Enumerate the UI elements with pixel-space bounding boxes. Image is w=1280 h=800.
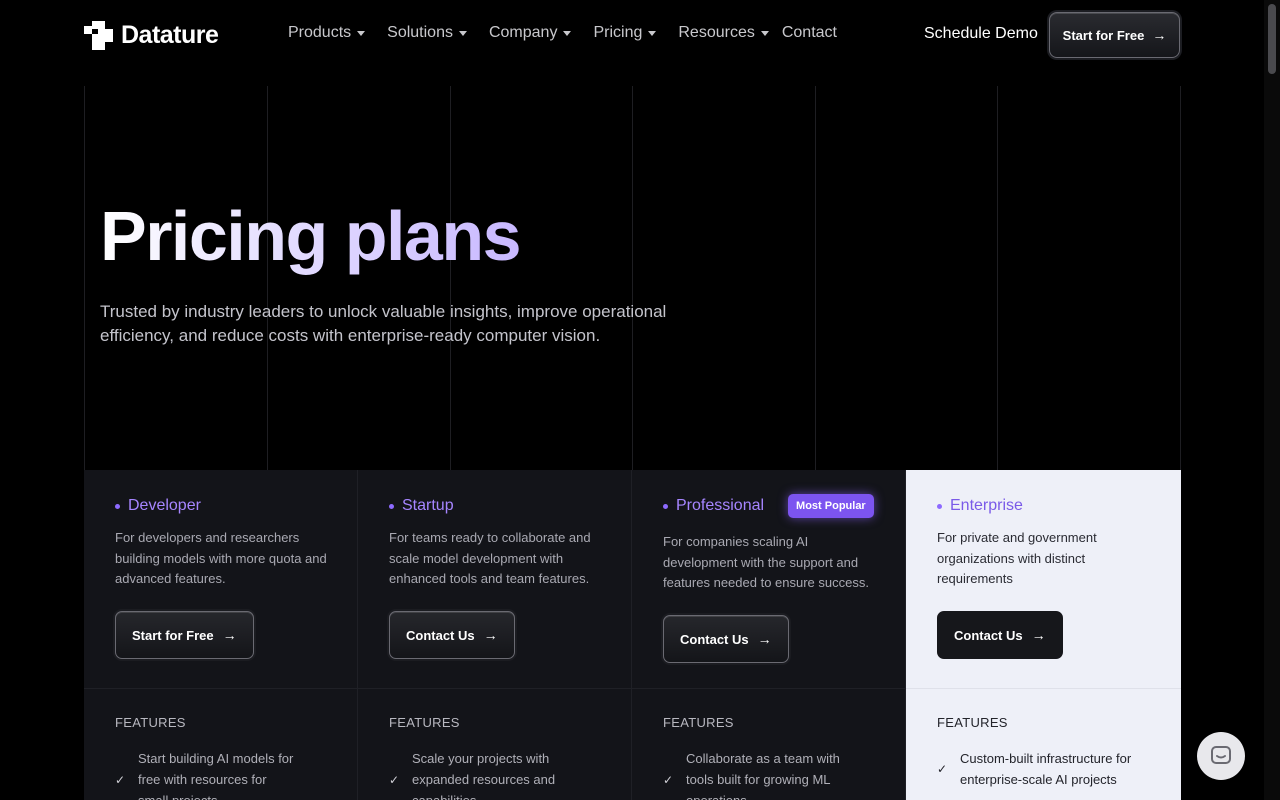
nav-company[interactable]: Company [488,24,572,42]
plan-card-startup: Startup For teams ready to collaborate a… [358,470,632,800]
nav-solutions[interactable]: Solutions [387,24,467,42]
plan-name: Enterprise [937,497,1023,515]
arrow-right-icon: → [1152,27,1167,43]
feature-item: ✓ Collaborate as a team with tools built… [663,748,846,800]
button-label: Contact Us [680,631,749,647]
features-heading: FEATURES [937,715,1008,730]
plan-description: For companies scaling AI development wit… [663,534,869,590]
plan-card-professional: Professional Most Popular For companies … [632,470,906,800]
grid-line [84,86,85,470]
bullet-dot-icon [937,503,942,509]
bullet-dot-icon [663,503,668,509]
caret-down-icon [357,30,366,36]
features-heading: FEATURES [389,715,460,730]
feature-item: ✓ Start building AI models for free with… [115,748,298,800]
main-nav: Products Solutions Company Pricing Resou… [288,24,859,42]
check-icon: ✓ [389,772,400,787]
check-icon: ✓ [115,772,126,787]
contact-us-button[interactable]: Contact Us → [663,615,789,663]
plan-name-label: Professional [676,497,765,514]
grid-line [815,86,816,470]
plan-name-label: Enterprise [950,497,1023,514]
plan-card-header: Enterprise For private and government or… [906,470,1181,689]
arrow-right-icon: → [222,627,237,643]
grid-line [1180,86,1181,470]
grid-line [632,86,633,470]
start-for-free-button[interactable]: Start for Free → [1049,12,1180,58]
caret-down-icon [563,30,572,36]
plan-card-developer: Developer For developers and researchers… [84,470,358,800]
nav-label: Company [488,24,558,41]
brand-name: Datature [121,21,219,49]
contact-us-button[interactable]: Contact Us → [389,611,515,659]
pricing-cards: Developer For developers and researchers… [84,470,1181,800]
arrow-right-icon: → [1031,627,1046,643]
plan-card-header: Professional Most Popular For companies … [632,470,905,689]
most-popular-badge: Most Popular [788,494,874,518]
feature-item: ✓ Custom-built infrastructure for enterp… [937,748,1150,790]
button-label: Contact Us [954,627,1023,643]
schedule-demo-link[interactable]: Schedule Demo [924,25,1038,43]
datature-logo[interactable]: Datature [84,21,219,50]
check-icon: ✓ [937,762,948,776]
nav-products[interactable]: Products [288,24,366,42]
nav-label: Products [288,24,352,41]
grid-line [997,86,998,470]
page-scrollbar[interactable] [1264,0,1280,800]
arrow-right-icon: → [483,627,498,643]
plan-description: For teams ready to collaborate and scale… [389,530,591,586]
arrow-right-icon: → [757,631,772,647]
feature-text: Custom-built infrastructure for enterpri… [960,751,1132,787]
scrollbar-thumb[interactable] [1268,4,1276,74]
contact-us-button[interactable]: Contact Us → [937,611,1063,659]
plan-card-header: Developer For developers and researchers… [84,470,357,689]
plan-description: For private and government organizations… [937,530,1097,586]
caret-down-icon [458,30,467,36]
feature-text: Collaborate as a team with tools built f… [686,751,840,800]
feature-item: ✓ Scale your projects with expanded reso… [389,748,572,800]
feature-text: Scale your projects with expanded resour… [412,751,556,800]
datature-logo-icon [84,21,113,50]
nav-pricing[interactable]: Pricing [593,24,657,42]
check-icon: ✓ [663,772,674,787]
start-for-free-plan-button[interactable]: Start for Free → [115,611,254,659]
nav-label: Resources [678,24,755,41]
button-label: Start for Free [1062,27,1145,43]
caret-down-icon [760,30,769,36]
plan-name: Startup [389,497,454,515]
nav-label: Pricing [593,24,643,41]
features-heading: FEATURES [663,715,734,730]
site-header: Datature Products Solutions Company Pric… [0,0,1264,72]
plan-description: For developers and researchers building … [115,530,327,586]
nav-contact[interactable]: Contact [782,24,837,42]
plan-card-header: Startup For teams ready to collaborate a… [358,470,631,689]
chat-launcher-button[interactable] [1197,732,1245,780]
page-title: Pricing plans [100,197,522,275]
plan-card-enterprise: Enterprise For private and government or… [906,470,1181,800]
grid-line [450,86,451,470]
caret-down-icon [648,30,657,36]
features-heading: FEATURES [115,715,186,730]
bullet-dot-icon [389,503,394,509]
plan-name-label: Startup [402,497,454,514]
nav-resources[interactable]: Resources [678,24,769,42]
nav-label: Contact [781,24,837,41]
plan-name: Professional Most Popular [663,494,874,518]
plan-name-label: Developer [128,497,201,514]
grid-line [267,86,268,470]
chat-icon [1211,746,1231,764]
plan-name: Developer [115,497,201,515]
feature-text: Start building AI models for free with r… [138,751,294,800]
nav-label: Solutions [387,24,453,41]
button-label: Contact Us [406,627,475,643]
button-label: Start for Free [132,627,214,643]
page-subtitle: Trusted by industry leaders to unlock va… [100,302,667,345]
bullet-dot-icon [115,503,120,509]
